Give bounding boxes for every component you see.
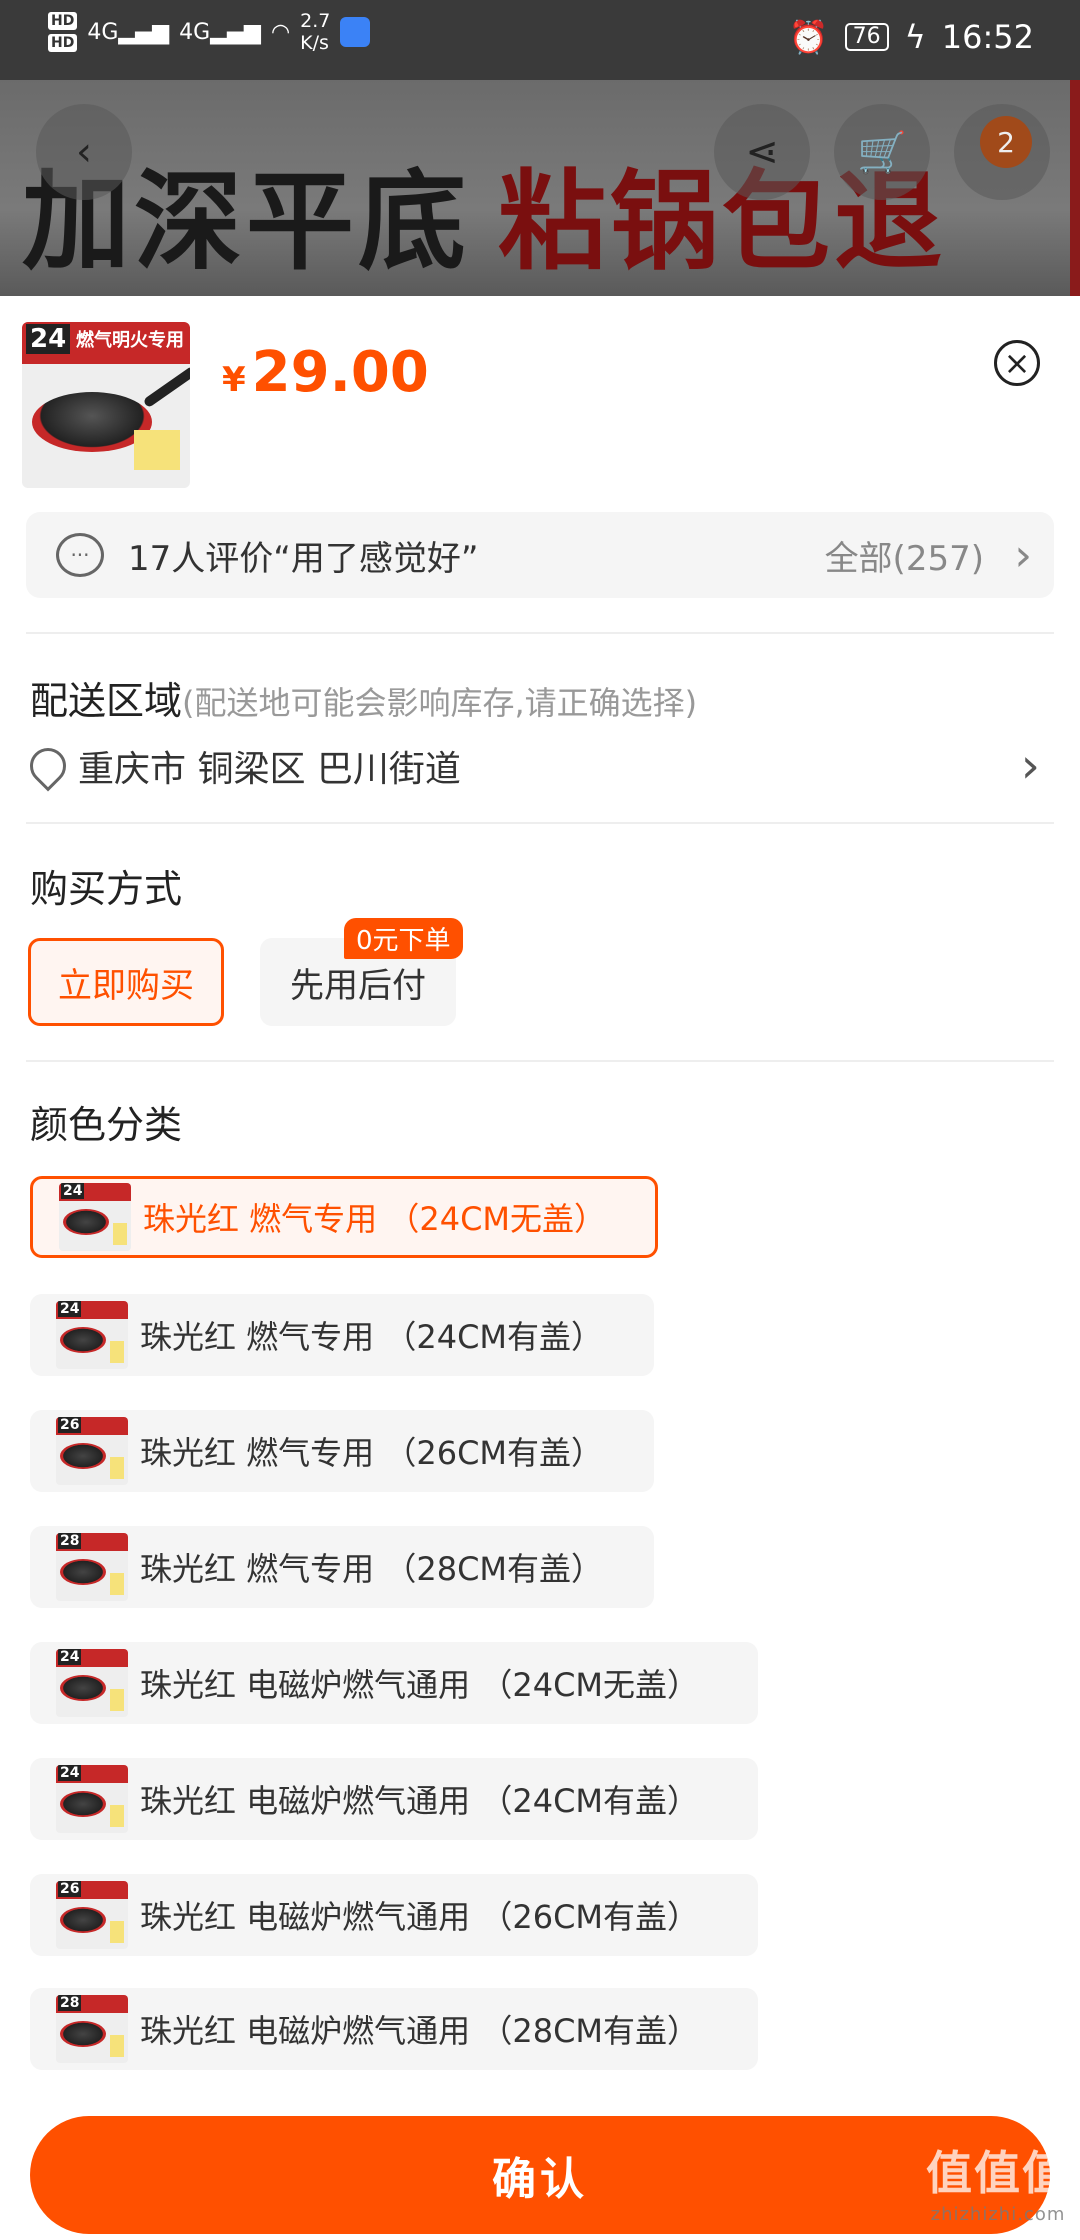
close-icon: ×: [1003, 344, 1031, 382]
delivery-hint: (配送地可能会影响库存,请正确选择): [182, 684, 698, 722]
location-pin-icon: [22, 740, 74, 792]
currency-symbol: ¥: [222, 360, 246, 400]
divider: [26, 1060, 1054, 1062]
clock: 16:52: [941, 18, 1034, 56]
option-thumbnail: 24: [56, 1649, 128, 1717]
delivery-title: 配送区域(配送地可能会影响库存,请正确选择): [30, 679, 698, 723]
color-option[interactable]: 24 珠光红 燃气专用 （24CM无盖）: [30, 1176, 658, 1258]
chevron-right-icon: ›: [1014, 529, 1032, 581]
cart-count-badge: 2: [980, 116, 1032, 168]
divider: [26, 632, 1054, 634]
cart-button[interactable]: 🛒: [834, 104, 930, 200]
review-all-count: 全部(257): [824, 538, 984, 579]
address-text: 重庆市 铜梁区 巴川街道: [78, 749, 461, 790]
option-thumbnail: 24: [56, 1765, 128, 1833]
signal-icon: 4G▂▄▆: [179, 19, 261, 45]
color-option[interactable]: 28 珠光红 电磁炉燃气通用 （28CM有盖）: [30, 1988, 758, 2070]
divider: [26, 822, 1054, 824]
charging-icon: ϟ: [904, 18, 926, 56]
color-title: 颜色分类: [30, 1103, 183, 1147]
close-button[interactable]: ×: [994, 340, 1040, 386]
shield-icon: [340, 17, 371, 47]
review-summary[interactable]: ··· 17人评价“用了感觉好” 全部(257) ›: [26, 512, 1054, 598]
color-option[interactable]: 24 珠光红 电磁炉燃气通用 （24CM有盖）: [30, 1758, 758, 1840]
color-option[interactable]: 28 珠光红 燃气专用 （28CM有盖）: [30, 1526, 654, 1608]
battery-indicator: 76: [844, 23, 889, 51]
product-banner: 加深平底 粘锅包退 HD HD 4G▂▄▆ 4G▂▄▆ ◠ 2.7 K/s ⏰ 7…: [0, 0, 1080, 296]
option-thumbnail: 24: [59, 1183, 131, 1251]
price: ¥ 29.00: [222, 340, 429, 405]
delivery-address[interactable]: 重庆市 铜梁区 巴川街道 ›: [22, 738, 1050, 794]
back-button[interactable]: ‹: [36, 104, 132, 200]
watermark: 值值值 zhizhizhi.com: [926, 2146, 1070, 2225]
product-thumbnail[interactable]: 燃气明火专用 24: [22, 322, 190, 488]
network-speed: 2.7 K/s: [300, 10, 331, 54]
option-thumbnail: 28: [56, 1995, 128, 2063]
option-thumbnail: 28: [56, 1533, 128, 1601]
color-option[interactable]: 26 珠光红 燃气专用 （26CM有盖）: [30, 1410, 654, 1492]
color-option[interactable]: 24 珠光红 燃气专用 （24CM有盖）: [30, 1294, 654, 1376]
review-text: 17人评价“用了感觉好”: [128, 538, 479, 579]
wifi-icon: ◠: [270, 19, 291, 45]
cart-icon: 🛒: [857, 129, 907, 176]
option-thumbnail: 26: [56, 1881, 128, 1949]
chat-icon: ···: [56, 533, 104, 577]
confirm-button[interactable]: 确认: [30, 2116, 1050, 2234]
promo-image: 加深平底 粘锅包退: [0, 80, 1080, 296]
signal-icon: 4G▂▄▆: [87, 19, 170, 45]
color-option[interactable]: 26 珠光红 电磁炉燃气通用 （26CM有盖）: [30, 1874, 758, 1956]
hd-indicator: HD: [48, 34, 78, 52]
purchase-title: 购买方式: [30, 867, 183, 911]
hd-indicator: HD: [48, 12, 78, 30]
chevron-right-icon: ›: [1020, 738, 1040, 794]
share-icon: ⋖: [745, 129, 779, 175]
option-thumbnail: 24: [56, 1301, 128, 1369]
price-amount: 29.00: [251, 340, 429, 405]
share-button[interactable]: ⋖: [714, 104, 810, 200]
buy-now-option[interactable]: 立即购买: [28, 938, 224, 1026]
alarm-icon: ⏰: [788, 18, 829, 56]
back-arrow-icon: ‹: [76, 129, 92, 175]
status-bar: HD HD 4G▂▄▆ 4G▂▄▆ ◠ 2.7 K/s ⏰ 76 ϟ 16:52: [0, 0, 1080, 80]
option-thumbnail: 26: [56, 1417, 128, 1485]
zero-down-badge: 0元下单: [344, 918, 463, 959]
color-option[interactable]: 24 珠光红 电磁炉燃气通用 （24CM无盖）: [30, 1642, 758, 1724]
